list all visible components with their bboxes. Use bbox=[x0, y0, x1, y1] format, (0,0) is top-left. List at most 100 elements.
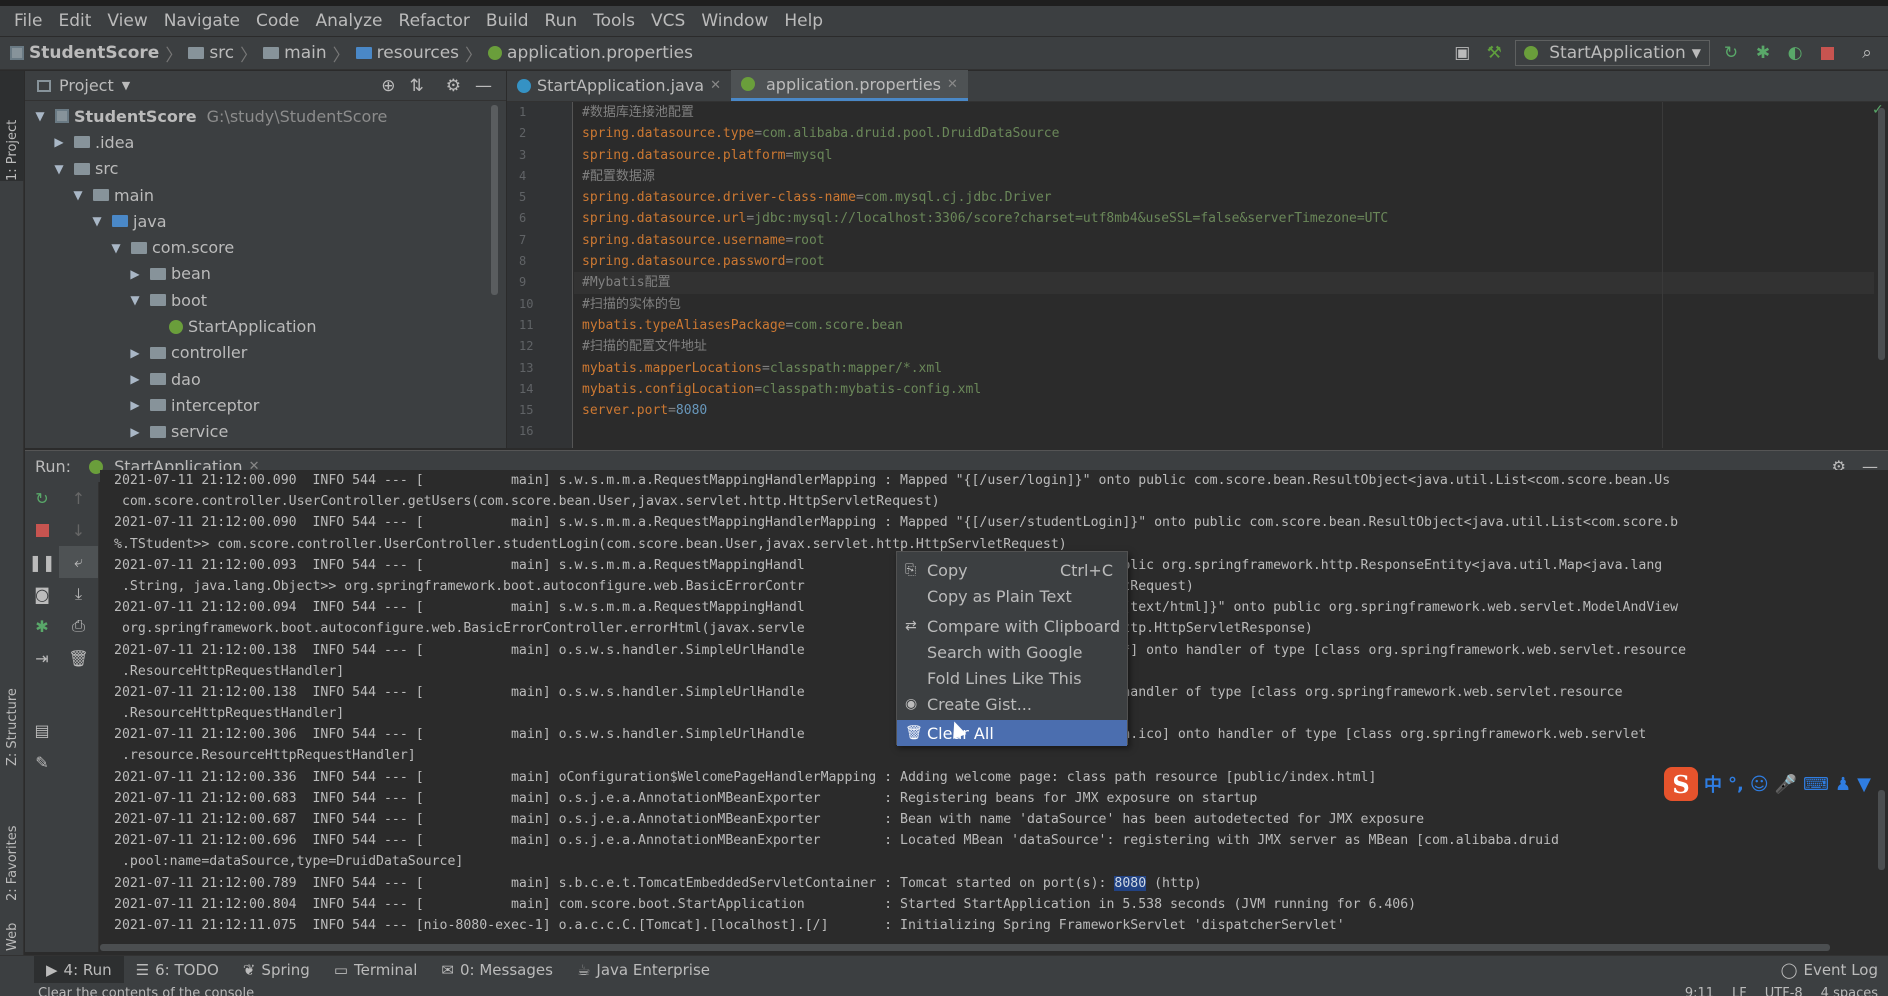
chevron-right-icon[interactable]: ▶ bbox=[128, 346, 142, 360]
tree-item-boot[interactable]: ▼ boot bbox=[25, 287, 506, 313]
chevron-down-icon[interactable]: ▼ bbox=[90, 214, 104, 228]
context-menu-item-copy[interactable]: ⎘ Copy Ctrl+C bbox=[897, 557, 1127, 583]
pause-icon[interactable]: ❚❚ bbox=[25, 546, 59, 578]
search-icon[interactable]: ⌕ bbox=[1856, 42, 1878, 64]
ime-mode-label[interactable]: 中 bbox=[1704, 771, 1722, 797]
tree-item-studentscore[interactable]: ▼ StudentScore G:\study\StudentScore bbox=[25, 103, 506, 129]
breadcrumb-item[interactable]: application.properties bbox=[488, 43, 693, 63]
bottom-tab-0-messages[interactable]: ✉ 0: Messages bbox=[429, 956, 565, 984]
context-menu-item-create-gist[interactable]: ◉ Create Gist... bbox=[897, 691, 1127, 717]
bottom-tab-java-enterprise[interactable]: ☕ Java Enterprise bbox=[565, 956, 722, 984]
debug-icon[interactable]: ✱ bbox=[1752, 42, 1774, 64]
tree-item-interceptor[interactable]: ▶ interceptor bbox=[25, 392, 506, 418]
chevron-down-icon[interactable]: ▼ bbox=[71, 188, 85, 202]
menu-build[interactable]: Build bbox=[478, 11, 537, 31]
microphone-icon[interactable]: 🎤 bbox=[1775, 774, 1797, 795]
collapse-all-icon[interactable]: ⇅ bbox=[410, 76, 424, 96]
soft-wrap-icon[interactable]: ⤶ bbox=[59, 546, 98, 578]
project-panel-title[interactable]: Project bbox=[59, 76, 114, 95]
breadcrumb-item[interactable]: src 〉 bbox=[188, 41, 263, 66]
context-menu-item-search-with-google[interactable]: Search with Google bbox=[897, 639, 1127, 665]
close-icon[interactable]: ✕ bbox=[710, 78, 721, 93]
stop-icon[interactable] bbox=[1816, 42, 1838, 64]
chevron-right-icon[interactable]: ▶ bbox=[128, 372, 142, 386]
stop-icon[interactable] bbox=[25, 514, 59, 546]
console-vertical-scrollbar[interactable] bbox=[1878, 790, 1885, 870]
chevron-down-icon[interactable]: ▼ bbox=[33, 109, 47, 123]
event-log-button[interactable]: ◯ Event Log bbox=[1781, 961, 1888, 979]
sogou-logo[interactable]: S bbox=[1664, 767, 1698, 801]
close-icon[interactable]: ✕ bbox=[947, 77, 958, 92]
keyboard-icon[interactable]: ⌨ bbox=[1803, 774, 1829, 795]
debug-bug-icon[interactable]: ✱ bbox=[25, 610, 59, 642]
punctuation-icon[interactable]: °, bbox=[1728, 774, 1744, 795]
tree-item-controller[interactable]: ▶ controller bbox=[25, 340, 506, 366]
layout-icon[interactable]: ▤ bbox=[25, 714, 59, 746]
project-structure-icon[interactable]: ▣ bbox=[1451, 42, 1473, 64]
indent-setting[interactable]: 4 spaces bbox=[1821, 986, 1878, 996]
tree-item-com-score[interactable]: ▼ com.score bbox=[25, 234, 506, 260]
tree-item-dao[interactable]: ▶ dao bbox=[25, 366, 506, 392]
chevron-down-icon[interactable]: ▼ bbox=[109, 241, 123, 255]
exit-icon[interactable]: ⇥ bbox=[25, 642, 59, 674]
hide-icon[interactable]: — bbox=[475, 76, 492, 96]
bottom-tab-6-todo[interactable]: ☰ 6: TODO bbox=[124, 956, 231, 984]
tree-item-java[interactable]: ▼ java bbox=[25, 208, 506, 234]
line-separator[interactable]: LF bbox=[1732, 986, 1747, 996]
user-icon[interactable]: ♟ bbox=[1835, 774, 1851, 795]
emoji-icon[interactable]: ☺ bbox=[1750, 774, 1769, 795]
menu-view[interactable]: View bbox=[99, 11, 155, 31]
menu-navigate[interactable]: Navigate bbox=[156, 11, 248, 31]
scroll-to-end-icon[interactable]: ⤓ bbox=[59, 578, 98, 610]
console-horizontal-scrollbar[interactable] bbox=[100, 944, 1830, 951]
menu-file[interactable]: File bbox=[6, 11, 50, 31]
camera-icon[interactable]: ◙ bbox=[25, 578, 59, 610]
chevron-down-icon[interactable]: ▼ bbox=[122, 79, 130, 92]
tree-item-main[interactable]: ▼ main bbox=[25, 182, 506, 208]
bottom-tab-spring[interactable]: ❦ Spring bbox=[231, 956, 322, 984]
tree-item-src[interactable]: ▼ src bbox=[25, 156, 506, 182]
context-menu-item-clear-all[interactable]: 🗑 Clear All bbox=[897, 720, 1127, 746]
breadcrumb-item[interactable]: resources 〉 bbox=[355, 41, 488, 66]
menu-analyze[interactable]: Analyze bbox=[308, 11, 391, 31]
rerun-icon[interactable]: ↻ bbox=[1720, 42, 1742, 64]
up-arrow-icon[interactable]: ↑ bbox=[59, 482, 98, 514]
menu-code[interactable]: Code bbox=[248, 11, 308, 31]
tree-item-bean[interactable]: ▶ bean bbox=[25, 261, 506, 287]
menu-refactor[interactable]: Refactor bbox=[391, 11, 478, 31]
context-menu-item-copy-as-plain-text[interactable]: Copy as Plain Text bbox=[897, 583, 1127, 609]
tree-item-idea[interactable]: ▶ .idea bbox=[25, 129, 506, 155]
chevron-right-icon[interactable]: ▶ bbox=[128, 398, 142, 412]
print-icon[interactable]: ⎙ bbox=[59, 610, 98, 642]
pin-icon[interactable]: ✎ bbox=[25, 746, 59, 778]
caret-position[interactable]: 9:11 bbox=[1685, 986, 1714, 996]
context-menu-item-compare-with-clipboard[interactable]: ⇄ Compare with Clipboard bbox=[897, 613, 1127, 639]
tab-structure[interactable]: Z: Structure bbox=[0, 646, 24, 766]
locate-icon[interactable]: ⊕ bbox=[381, 76, 395, 96]
chevron-down-icon[interactable]: ▼ bbox=[128, 293, 142, 307]
menu-vcs[interactable]: VCS bbox=[643, 11, 693, 31]
run-coverage-icon[interactable]: ◐ bbox=[1784, 42, 1806, 64]
tab-web[interactable]: Web bbox=[0, 891, 24, 951]
run-config-select[interactable]: StartApplication ▼ bbox=[1515, 40, 1710, 66]
build-hammer-icon[interactable]: ⚒ bbox=[1483, 42, 1505, 64]
breadcrumb-item[interactable]: main 〉 bbox=[263, 41, 355, 66]
editor-tab[interactable]: application.properties ✕ bbox=[731, 70, 968, 101]
chevron-right-icon[interactable]: ▶ bbox=[52, 135, 66, 149]
shirt-icon[interactable]: ▼ bbox=[1857, 774, 1871, 795]
menu-tools[interactable]: Tools bbox=[585, 11, 643, 31]
context-menu-item-fold-lines-like-this[interactable]: Fold Lines Like This bbox=[897, 665, 1127, 691]
menu-run[interactable]: Run bbox=[537, 11, 586, 31]
menu-edit[interactable]: Edit bbox=[50, 11, 99, 31]
rerun-icon[interactable]: ↻ bbox=[25, 482, 59, 514]
file-encoding[interactable]: UTF-8 bbox=[1765, 986, 1803, 996]
editor-tab[interactable]: StartApplication.java ✕ bbox=[507, 70, 731, 101]
tab-project[interactable]: 1: Project bbox=[0, 71, 24, 181]
tree-item-service[interactable]: ▶ service bbox=[25, 419, 506, 445]
menu-window[interactable]: Window bbox=[693, 11, 776, 31]
trash-icon[interactable]: 🗑 bbox=[59, 642, 98, 674]
chevron-down-icon[interactable]: ▼ bbox=[52, 162, 66, 176]
bottom-tab-terminal[interactable]: ▭ Terminal bbox=[322, 956, 430, 984]
tree-item-startapplication[interactable]: StartApplication bbox=[25, 313, 506, 339]
menu-help[interactable]: Help bbox=[776, 11, 831, 31]
